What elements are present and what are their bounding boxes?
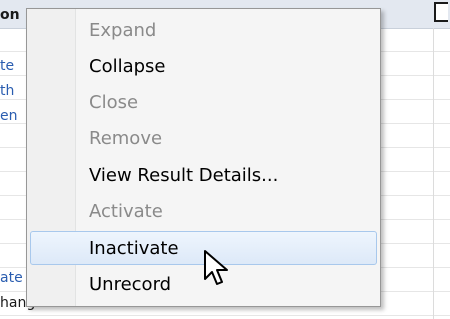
table-cell-link[interactable]: ate [0,270,23,286]
menu-item-label: Expand [89,20,157,41]
menu-item-close[interactable]: Close [30,85,377,119]
menu-item-collapse[interactable]: Collapse [30,49,377,83]
table-cell-link[interactable]: th [0,83,14,99]
menu-item-label: Collapse [89,56,166,77]
menu-item-activate[interactable]: Activate [30,194,377,228]
menu-item-label: View Result Details... [89,165,279,186]
column-divider [433,28,434,319]
screen: on te th en ate hanged Expand Collapse C… [0,0,450,319]
menu-item-expand[interactable]: Expand [30,13,377,47]
header-checkbox[interactable] [434,2,448,22]
column-header-label: on [0,7,20,23]
table-cell-link[interactable]: en [0,108,18,124]
menu-item-remove[interactable]: Remove [30,121,377,155]
menu-item-label: Unrecord [89,274,172,295]
menu-item-label: Inactivate [89,238,179,259]
arrow-pointer-icon [204,250,228,285]
menu-item-label: Close [89,92,139,113]
menu-item-view-result-details[interactable]: View Result Details... [30,158,377,192]
menu-item-label: Activate [89,201,163,222]
table-cell-link[interactable]: te [0,58,14,74]
menu-item-label: Remove [89,128,163,149]
